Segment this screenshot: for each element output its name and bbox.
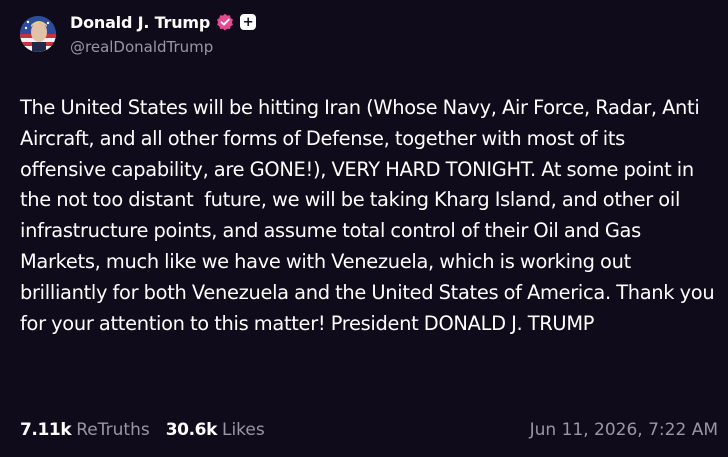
post-footer: 7.11k ReTruths 30.6k Likes Jun 11, 2026,… xyxy=(20,418,718,442)
post-body-text: The United States will be hitting Iran (… xyxy=(20,96,720,335)
likes-label: Likes xyxy=(221,420,265,440)
avatar-flag-portrait-icon xyxy=(20,16,56,52)
retruths-count: 7.11k xyxy=(20,420,72,440)
post-card: Donald J. Trump + @realDonaldTrump The U… xyxy=(0,0,728,457)
author-name-row: Donald J. Trump + xyxy=(70,11,257,33)
likes-count: 30.6k xyxy=(165,420,218,440)
verified-badge-icon xyxy=(216,13,234,31)
author-display-name[interactable]: Donald J. Trump xyxy=(70,13,210,32)
plus-badge-icon: + xyxy=(240,14,257,30)
author-avatar[interactable] xyxy=(20,16,56,52)
post-timestamp[interactable]: Jun 11, 2026, 7:22 AM xyxy=(530,420,718,440)
likes-stat[interactable]: 30.6k Likes xyxy=(166,420,265,440)
author-handle[interactable]: @realDonaldTrump xyxy=(70,38,213,56)
retruths-label: ReTruths xyxy=(76,420,150,440)
retruths-stat[interactable]: 7.11k ReTruths xyxy=(20,420,150,440)
